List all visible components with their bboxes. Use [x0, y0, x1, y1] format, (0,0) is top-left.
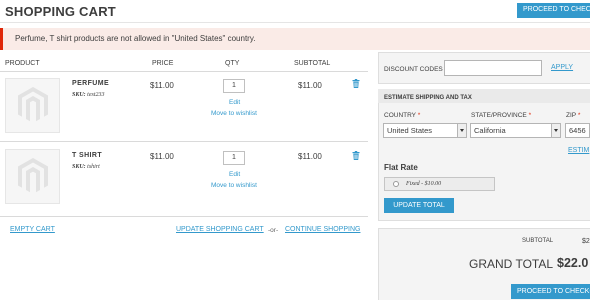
sku-value: tshirt [87, 164, 100, 170]
proceed-to-checkout-top-button[interactable]: PROCEED TO CHECKOUT [517, 3, 590, 18]
shipping-rate-label: Fixed - $10.00 [406, 181, 442, 187]
chevron-down-icon [551, 124, 560, 137]
table-divider [0, 71, 368, 72]
required-mark: * [417, 112, 421, 119]
update-total-button[interactable]: UPDATE TOTAL [384, 198, 454, 213]
chevron-down-icon [457, 124, 466, 137]
grand-total-label: GRAND TOTAL [469, 257, 554, 271]
item-price: $11.00 [150, 152, 174, 161]
apply-discount-link[interactable]: APPLY [551, 64, 573, 71]
item-subtotal: $11.00 [298, 152, 322, 161]
edit-link[interactable]: Edit [229, 171, 240, 178]
discount-code-input[interactable] [444, 60, 542, 76]
sku-label: SKU: [72, 92, 86, 98]
row-divider [0, 141, 368, 142]
zip-input[interactable]: 6456 [565, 123, 590, 138]
country-label: COUNTRY * [384, 112, 420, 119]
or-separator: -or- [268, 227, 279, 234]
placeholder-logo-icon [18, 87, 48, 122]
product-sku: SKU: test233 [72, 92, 105, 98]
column-header-subtotal: SUBTOTAL [294, 60, 331, 67]
header-divider [0, 22, 590, 23]
item-price: $11.00 [150, 81, 174, 90]
quantity-input[interactable]: 1 [223, 151, 245, 165]
move-to-wishlist-link[interactable]: Move to wishlist [211, 110, 257, 117]
product-name[interactable]: T SHIRT [72, 152, 102, 159]
trash-icon[interactable] [352, 79, 360, 88]
column-header-price: PRICE [152, 60, 174, 67]
country-select-value: United States [387, 126, 433, 135]
sku-value: test233 [87, 92, 105, 98]
product-thumbnail[interactable] [5, 78, 60, 133]
state-label-text: STATE/PROVINCE [471, 112, 527, 119]
product-thumbnail[interactable] [5, 149, 60, 204]
row-divider [0, 216, 368, 217]
zip-label: ZIP * [566, 112, 580, 119]
state-province-select[interactable]: California [470, 123, 561, 138]
flat-rate-heading: Flat Rate [384, 163, 418, 172]
state-label: STATE/PROVINCE * [471, 112, 531, 119]
sku-label: SKU: [72, 164, 86, 170]
required-mark: * [528, 112, 532, 119]
quantity-input[interactable]: 1 [223, 79, 245, 93]
subtotal-value: $2 [582, 238, 590, 245]
proceed-to-checkout-bottom-button[interactable]: PROCEED TO CHECKOUT [511, 284, 590, 299]
estimate-link[interactable]: ESTIM [568, 147, 589, 154]
country-select[interactable]: United States [383, 123, 467, 138]
required-mark: * [577, 112, 581, 119]
product-sku: SKU: tshirt [72, 164, 100, 170]
empty-cart-link[interactable]: EMPTY CART [10, 226, 55, 233]
subtotal-label: SUBTOTAL [522, 238, 554, 244]
estimate-shipping-title: ESTIMATE SHIPPING AND TAX [384, 95, 472, 101]
error-message-bar: Perfume, T shirt products are not allowe… [0, 28, 590, 50]
move-to-wishlist-link[interactable]: Move to wishlist [211, 182, 257, 189]
continue-shopping-link[interactable]: CONTINUE SHOPPING [285, 226, 360, 233]
placeholder-logo-icon [18, 158, 48, 193]
grand-total-value: $22.0 [557, 256, 589, 270]
trash-icon[interactable] [352, 151, 360, 160]
shipping-rate-option[interactable]: Fixed - $10.00 [384, 177, 495, 191]
shipping-rate-radio[interactable] [393, 181, 399, 187]
column-header-product: PRODUCT [5, 60, 40, 67]
edit-link[interactable]: Edit [229, 99, 240, 106]
discount-codes-label: DISCOUNT CODES [384, 66, 443, 73]
page-title: SHOPPING CART [5, 4, 116, 19]
country-label-text: COUNTRY [384, 112, 416, 119]
item-subtotal: $11.00 [298, 81, 322, 90]
update-shopping-cart-link[interactable]: UPDATE SHOPPING CART [176, 226, 264, 233]
product-name[interactable]: PERFUME [72, 80, 109, 87]
state-select-value: California [474, 126, 506, 135]
column-header-qty: QTY [225, 60, 240, 67]
zip-label-text: ZIP [566, 112, 576, 119]
error-message-text: Perfume, T shirt products are not allowe… [15, 34, 256, 43]
